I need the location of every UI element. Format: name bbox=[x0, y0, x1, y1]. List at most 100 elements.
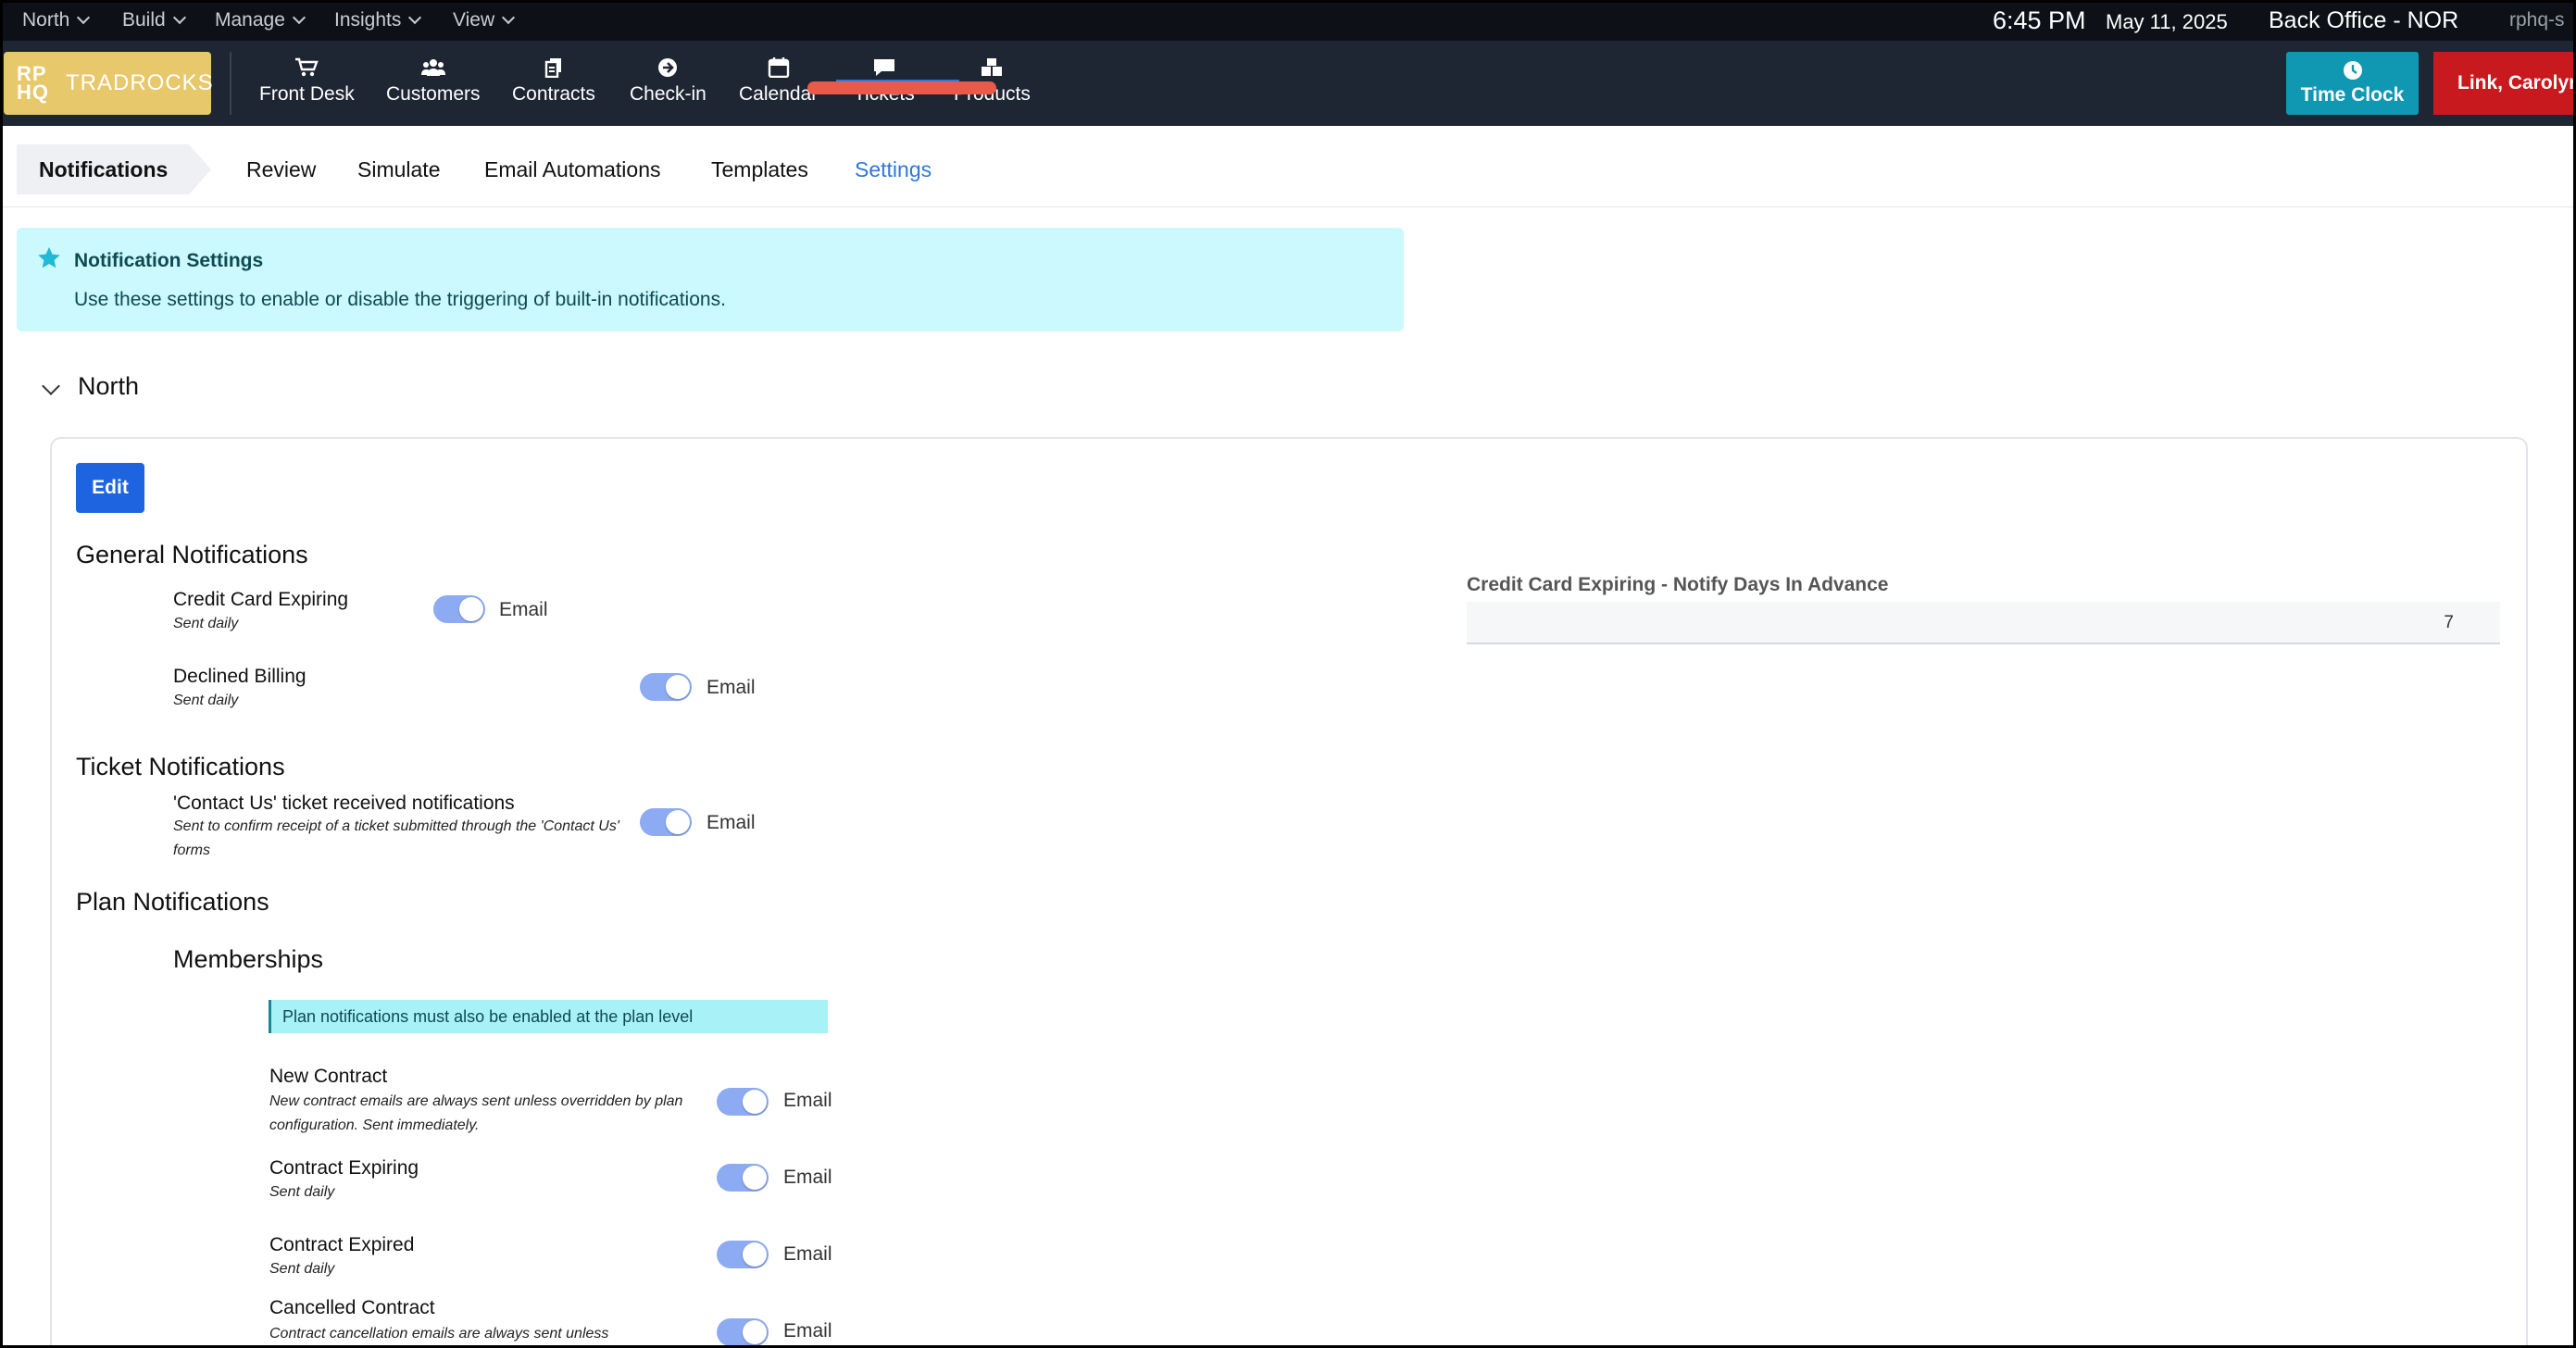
section-title[interactable]: North bbox=[78, 372, 139, 401]
menu-insights[interactable]: Insights bbox=[334, 0, 422, 41]
office-selector[interactable]: Back Office - NOR bbox=[2269, 0, 2458, 41]
tab-email-automations[interactable]: Email Automations bbox=[484, 144, 660, 194]
toggle-label: Email bbox=[783, 1320, 832, 1342]
star-icon bbox=[38, 247, 60, 268]
toggle-label: Email bbox=[783, 1167, 832, 1188]
notification-title: Contract Expired bbox=[269, 1234, 415, 1255]
chevron-down-icon bbox=[77, 10, 91, 25]
logo-mark: RP HQ bbox=[17, 62, 49, 104]
credit-card-expiring-email-toggle[interactable] bbox=[433, 595, 485, 623]
arrow-circle-icon bbox=[658, 58, 678, 77]
toggle-knob bbox=[666, 810, 690, 834]
breadcrumb-notifications[interactable]: Notifications bbox=[17, 144, 189, 194]
menu-north-label: North bbox=[22, 9, 70, 31]
notification-subtitle: New contract emails are always sent unle… bbox=[269, 1093, 683, 1133]
toggle-label: Email bbox=[707, 677, 756, 698]
notification-title: Credit Card Expiring bbox=[173, 589, 349, 610]
alert-body: Use these settings to enable or disable … bbox=[74, 289, 726, 310]
contract-expiring-email-toggle[interactable] bbox=[717, 1164, 769, 1192]
tab-templates[interactable]: Templates bbox=[711, 144, 808, 194]
host-label: rphq-s bbox=[2509, 9, 2565, 31]
toggle-knob bbox=[743, 1090, 767, 1114]
logo-text: TRADROCKS bbox=[66, 70, 214, 95]
memberships-heading: Memberships bbox=[173, 945, 324, 973]
notification-subtitle: Sent daily bbox=[269, 1184, 335, 1200]
notify-days-label: Credit Card Expiring - Notify Days In Ad… bbox=[1467, 574, 1889, 595]
notification-subtitle: Sent daily bbox=[173, 693, 239, 708]
tab-simulate[interactable]: Simulate bbox=[357, 144, 440, 194]
breadcrumb-arrow bbox=[189, 144, 211, 194]
notification-subtitle: Contract cancellation emails are always … bbox=[269, 1326, 609, 1342]
notification-title: New Contract bbox=[269, 1066, 388, 1087]
clock-time: 6:45 PM bbox=[1993, 6, 2086, 34]
user-menu-button[interactable]: Link, Carolyn bbox=[2433, 52, 2576, 115]
info-alert: Notification Settings Use these settings… bbox=[17, 228, 1404, 331]
nav-contracts-label: Contracts bbox=[512, 83, 595, 105]
nav-check-in[interactable]: Check-in bbox=[630, 57, 707, 115]
menu-manage-label: Manage bbox=[215, 9, 285, 31]
sub-navigation: Notifications Review Simulate Email Auto… bbox=[0, 126, 2576, 207]
nav-contracts[interactable]: Contracts bbox=[512, 57, 595, 115]
notification-subtitle: Sent to confirm receipt of a ticket subm… bbox=[173, 818, 619, 858]
new-contract-email-toggle[interactable] bbox=[717, 1088, 769, 1116]
contact-us-email-toggle[interactable] bbox=[640, 808, 692, 836]
calendar-icon bbox=[768, 57, 789, 78]
nav-front-desk[interactable]: Front Desk bbox=[259, 57, 355, 115]
edit-button[interactable]: Edit bbox=[76, 463, 144, 513]
clock-date: May 11, 2025 bbox=[2106, 10, 2228, 33]
nav-check-in-label: Check-in bbox=[630, 83, 707, 105]
notification-title: Declined Billing bbox=[173, 666, 306, 687]
time-clock-button[interactable]: Time Clock bbox=[2286, 52, 2419, 115]
general-notifications-heading: General Notifications bbox=[76, 541, 308, 568]
boxes-icon bbox=[982, 58, 1003, 76]
toggle-label: Email bbox=[707, 812, 756, 833]
menu-view[interactable]: View bbox=[453, 0, 516, 41]
system-bar: North Build Manage Insights View 6:45 PM… bbox=[0, 0, 2576, 41]
tab-settings[interactable]: Settings bbox=[855, 144, 932, 194]
plan-notifications-heading: Plan Notifications bbox=[76, 888, 269, 916]
tab-review[interactable]: Review bbox=[246, 144, 316, 194]
brand-logo[interactable]: RP HQ TRADROCKS bbox=[4, 52, 214, 115]
notification-title: Contract Expiring bbox=[269, 1157, 419, 1179]
chevron-down-icon bbox=[502, 10, 516, 25]
chevron-down-icon bbox=[408, 10, 422, 25]
settings-card bbox=[50, 437, 2528, 1348]
notify-days-input[interactable]: 7 bbox=[1467, 602, 2500, 644]
nav-front-desk-label: Front Desk bbox=[259, 83, 355, 105]
menu-north[interactable]: North bbox=[22, 0, 91, 41]
contracts-icon bbox=[544, 58, 561, 78]
cart-icon bbox=[295, 57, 319, 77]
toggle-label: Email bbox=[499, 599, 548, 620]
nav-divider bbox=[230, 52, 231, 115]
declined-billing-email-toggle[interactable] bbox=[640, 673, 692, 701]
menu-insights-label: Insights bbox=[334, 9, 402, 31]
menu-manage[interactable]: Manage bbox=[215, 0, 306, 41]
nav-customers[interactable]: Customers bbox=[386, 57, 481, 115]
menu-build[interactable]: Build bbox=[122, 0, 186, 41]
chat-icon bbox=[873, 59, 894, 76]
alert-title: Notification Settings bbox=[74, 250, 264, 271]
cancelled-contract-email-toggle[interactable] bbox=[717, 1318, 769, 1346]
clock-icon bbox=[2343, 61, 2362, 80]
users-icon bbox=[420, 59, 445, 76]
menu-view-label: View bbox=[453, 9, 495, 31]
time-clock-label: Time Clock bbox=[2300, 84, 2405, 106]
nav-calendar[interactable]: Calendar bbox=[739, 57, 818, 115]
toggle-knob bbox=[666, 675, 690, 699]
nav-calendar-label: Calendar bbox=[739, 83, 819, 105]
contract-expired-email-toggle[interactable] bbox=[717, 1241, 769, 1268]
nav-customers-label: Customers bbox=[386, 83, 481, 105]
chevron-down-icon bbox=[172, 10, 186, 25]
notification-title: Cancelled Contract bbox=[269, 1297, 435, 1318]
plan-level-note: Plan notifications must also be enabled … bbox=[269, 1000, 828, 1033]
notification-subtitle: Sent daily bbox=[173, 616, 239, 631]
toggle-knob bbox=[743, 1166, 767, 1190]
highlight-marker bbox=[807, 81, 996, 94]
chevron-down-icon[interactable] bbox=[42, 377, 60, 395]
chevron-down-icon bbox=[292, 10, 306, 25]
toggle-knob bbox=[743, 1242, 767, 1267]
toggle-label: Email bbox=[783, 1243, 832, 1265]
notification-subtitle: Sent daily bbox=[269, 1261, 335, 1277]
toggle-knob bbox=[743, 1320, 767, 1344]
toggle-label: Email bbox=[783, 1090, 832, 1111]
